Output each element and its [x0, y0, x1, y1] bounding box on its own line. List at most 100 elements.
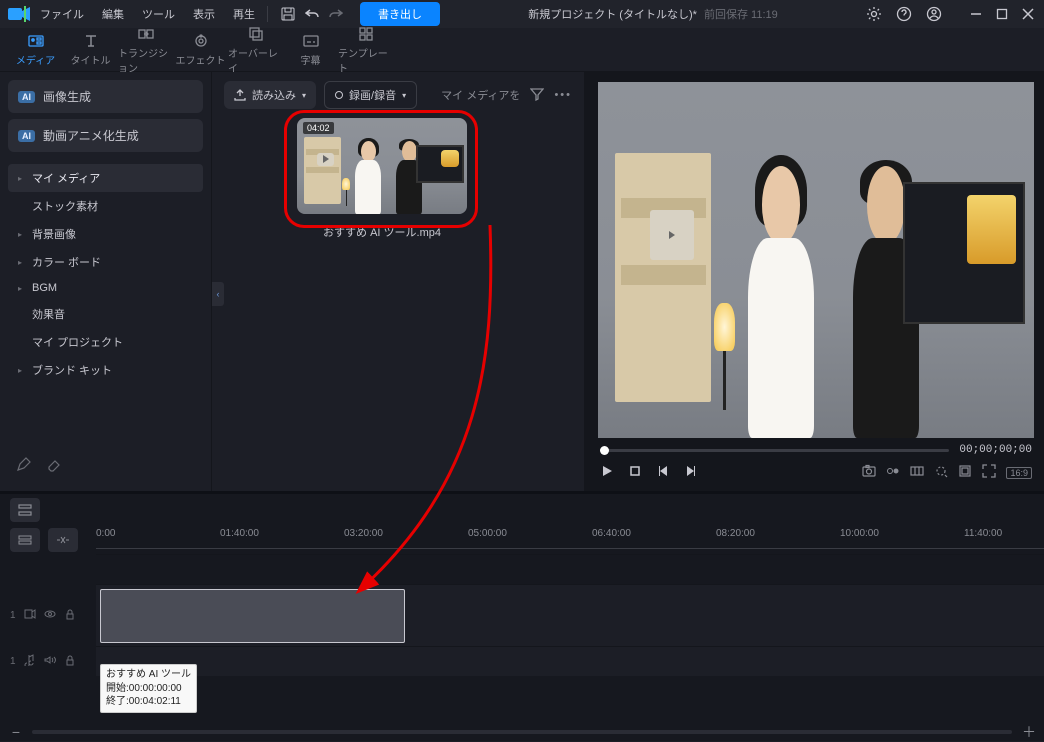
zoom-out-icon[interactable]: − — [10, 724, 22, 740]
stop-icon[interactable] — [628, 464, 642, 481]
tooltip-start-label: 開始: — [106, 683, 129, 694]
sidebar: AI画像生成 AI動画アニメ化生成 ▸マイ メディア ストック素材 ▸背景画像 … — [0, 72, 212, 491]
video-track-lane[interactable] — [96, 584, 1044, 646]
record-icon — [335, 91, 343, 99]
tab-overlay[interactable]: オーバーレイ — [228, 28, 283, 72]
my-media-search[interactable]: マイ メディアを — [441, 87, 520, 103]
maximize-icon[interactable] — [994, 6, 1010, 22]
timeline-tool-select[interactable] — [10, 528, 40, 552]
menu-edit[interactable]: 編集 — [102, 6, 124, 22]
tab-media[interactable]: メディア — [8, 28, 63, 72]
tab-transition[interactable]: トランジション — [118, 28, 173, 72]
sidebar-item-label: 効果音 — [32, 306, 65, 322]
audio-track-lane[interactable] — [96, 646, 1044, 676]
minimize-icon[interactable] — [968, 6, 984, 22]
sidebar-item-my-media[interactable]: ▸マイ メディア — [8, 164, 203, 192]
aspect-ratio[interactable]: 16:9 — [1006, 467, 1032, 479]
track-number: 1 — [10, 656, 16, 667]
menu-tools[interactable]: ツール — [142, 6, 175, 22]
timeline-toolbar — [0, 494, 1044, 526]
sidebar-item-brandkit[interactable]: ▸ブランド キット — [8, 356, 203, 384]
ai-btn-label: 動画アニメ化生成 — [43, 127, 139, 144]
timeline-zoom: − ＋ — [0, 723, 1044, 741]
lock-icon[interactable] — [64, 654, 76, 669]
tab-label: テンプレート — [338, 45, 393, 75]
preview-panel: 00;00;00;00 16:9 — [584, 72, 1044, 491]
menu-view[interactable]: 表示 — [193, 6, 215, 22]
project-title: 新規プロジェクト (タイトルなし)* 前回保存 11:19 — [448, 6, 858, 22]
record-label: 録画/録音 — [349, 87, 396, 103]
video-track-icon[interactable] — [24, 608, 36, 623]
settings-icon[interactable] — [866, 6, 882, 22]
fullscreen-icon[interactable] — [982, 464, 996, 481]
compare-icon[interactable] — [910, 464, 924, 481]
record-button[interactable]: 録画/録音 ▾ — [324, 81, 417, 109]
sidebar-item-stock[interactable]: ストック素材 — [8, 192, 203, 220]
sidebar-item-label: マイ プロジェクト — [32, 334, 123, 350]
sidebar-item-sfx[interactable]: 効果音 — [8, 300, 203, 328]
export-button[interactable]: 書き出し — [360, 2, 440, 26]
zoom-in-icon[interactable]: ＋ — [1022, 722, 1034, 742]
timeline-clip-placeholder[interactable] — [100, 589, 405, 643]
sidebar-item-label: ストック素材 — [32, 198, 98, 214]
tab-template[interactable]: テンプレート — [338, 28, 393, 72]
tab-effect[interactable]: エフェクト — [173, 28, 228, 72]
sidebar-item-colorboard[interactable]: ▸カラー ボード — [8, 248, 203, 276]
project-title-text: 新規プロジェクト (タイトルなし)* — [528, 9, 697, 21]
next-frame-icon[interactable] — [684, 464, 698, 481]
snapshot-icon[interactable] — [862, 464, 876, 481]
sidebar-nav: ▸マイ メディア ストック素材 ▸背景画像 ▸カラー ボード ▸BGM 効果音 … — [8, 164, 203, 384]
tab-title[interactable]: タイトル — [63, 28, 118, 72]
sidebar-item-bgm[interactable]: ▸BGM — [8, 276, 203, 300]
prev-frame-icon[interactable] — [656, 464, 670, 481]
undo-icon[interactable] — [304, 6, 320, 22]
visibility-icon[interactable] — [44, 608, 56, 623]
clip-thumbnail[interactable]: 04:02 — [297, 118, 467, 214]
sidebar-footer — [8, 448, 203, 483]
import-button[interactable]: 読み込み ▾ — [224, 81, 316, 109]
menu-bar: ファイル 編集 ツール 表示 再生 — [40, 6, 255, 22]
progress-bar[interactable] — [600, 449, 949, 452]
window-controls — [968, 6, 1036, 22]
ai-image-gen-button[interactable]: AI画像生成 — [8, 80, 203, 113]
tooltip-start: 00:00:00:00 — [129, 683, 182, 694]
import-label: 読み込み — [252, 87, 296, 103]
sidebar-item-myproject[interactable]: マイ プロジェクト — [8, 328, 203, 356]
account-icon[interactable] — [926, 6, 942, 22]
sidebar-item-label: BGM — [32, 282, 57, 294]
preview-video[interactable] — [598, 82, 1034, 438]
ai-btn-label: 画像生成 — [43, 88, 91, 105]
help-icon[interactable] — [896, 6, 912, 22]
more-icon[interactable]: ••• — [554, 89, 572, 101]
media-clip[interactable]: 04:02 おすすめ AI ツール.mp4 — [292, 118, 472, 240]
filter-icon[interactable] — [530, 87, 544, 104]
timeline-ruler[interactable]: 0:0001:40:0003:20:0005:00:0006:40:0008:2… — [96, 526, 1044, 554]
tab-subtitle[interactable]: 字幕 — [283, 28, 338, 72]
play-icon[interactable] — [600, 464, 614, 481]
playhead-dot[interactable] — [600, 446, 609, 455]
media-toolbar: 読み込み ▾ 録画/録音 ▾ マイ メディアを ••• — [212, 72, 584, 118]
titlebar-right — [866, 6, 1036, 22]
tooltip-end: 00:04:02:11 — [129, 696, 181, 707]
pen-icon[interactable] — [16, 456, 32, 475]
crop-icon[interactable] — [934, 464, 948, 481]
tab-label: 字幕 — [301, 52, 321, 67]
zoom-slider[interactable] — [32, 730, 1012, 734]
redo-icon[interactable] — [328, 6, 344, 22]
lock-icon[interactable] — [64, 608, 76, 623]
close-icon[interactable] — [1020, 6, 1036, 22]
detach-icon[interactable] — [958, 464, 972, 481]
save-icon[interactable] — [280, 6, 296, 22]
sidebar-item-bg[interactable]: ▸背景画像 — [8, 220, 203, 248]
clip-duration: 04:02 — [303, 122, 334, 134]
menu-play[interactable]: 再生 — [233, 6, 255, 22]
ai-anime-gen-button[interactable]: AI動画アニメ化生成 — [8, 119, 203, 152]
audio-track-icon[interactable] — [24, 654, 36, 669]
timeline-layout-icon[interactable] — [10, 498, 40, 522]
timeline-tool-magnet[interactable] — [48, 528, 78, 552]
eraser-icon[interactable] — [46, 456, 62, 475]
mute-icon[interactable] — [44, 654, 56, 669]
media-grid[interactable]: 04:02 おすすめ AI ツール.mp4 — [212, 118, 584, 491]
menu-file[interactable]: ファイル — [40, 6, 84, 22]
quality-icon[interactable] — [886, 464, 900, 481]
